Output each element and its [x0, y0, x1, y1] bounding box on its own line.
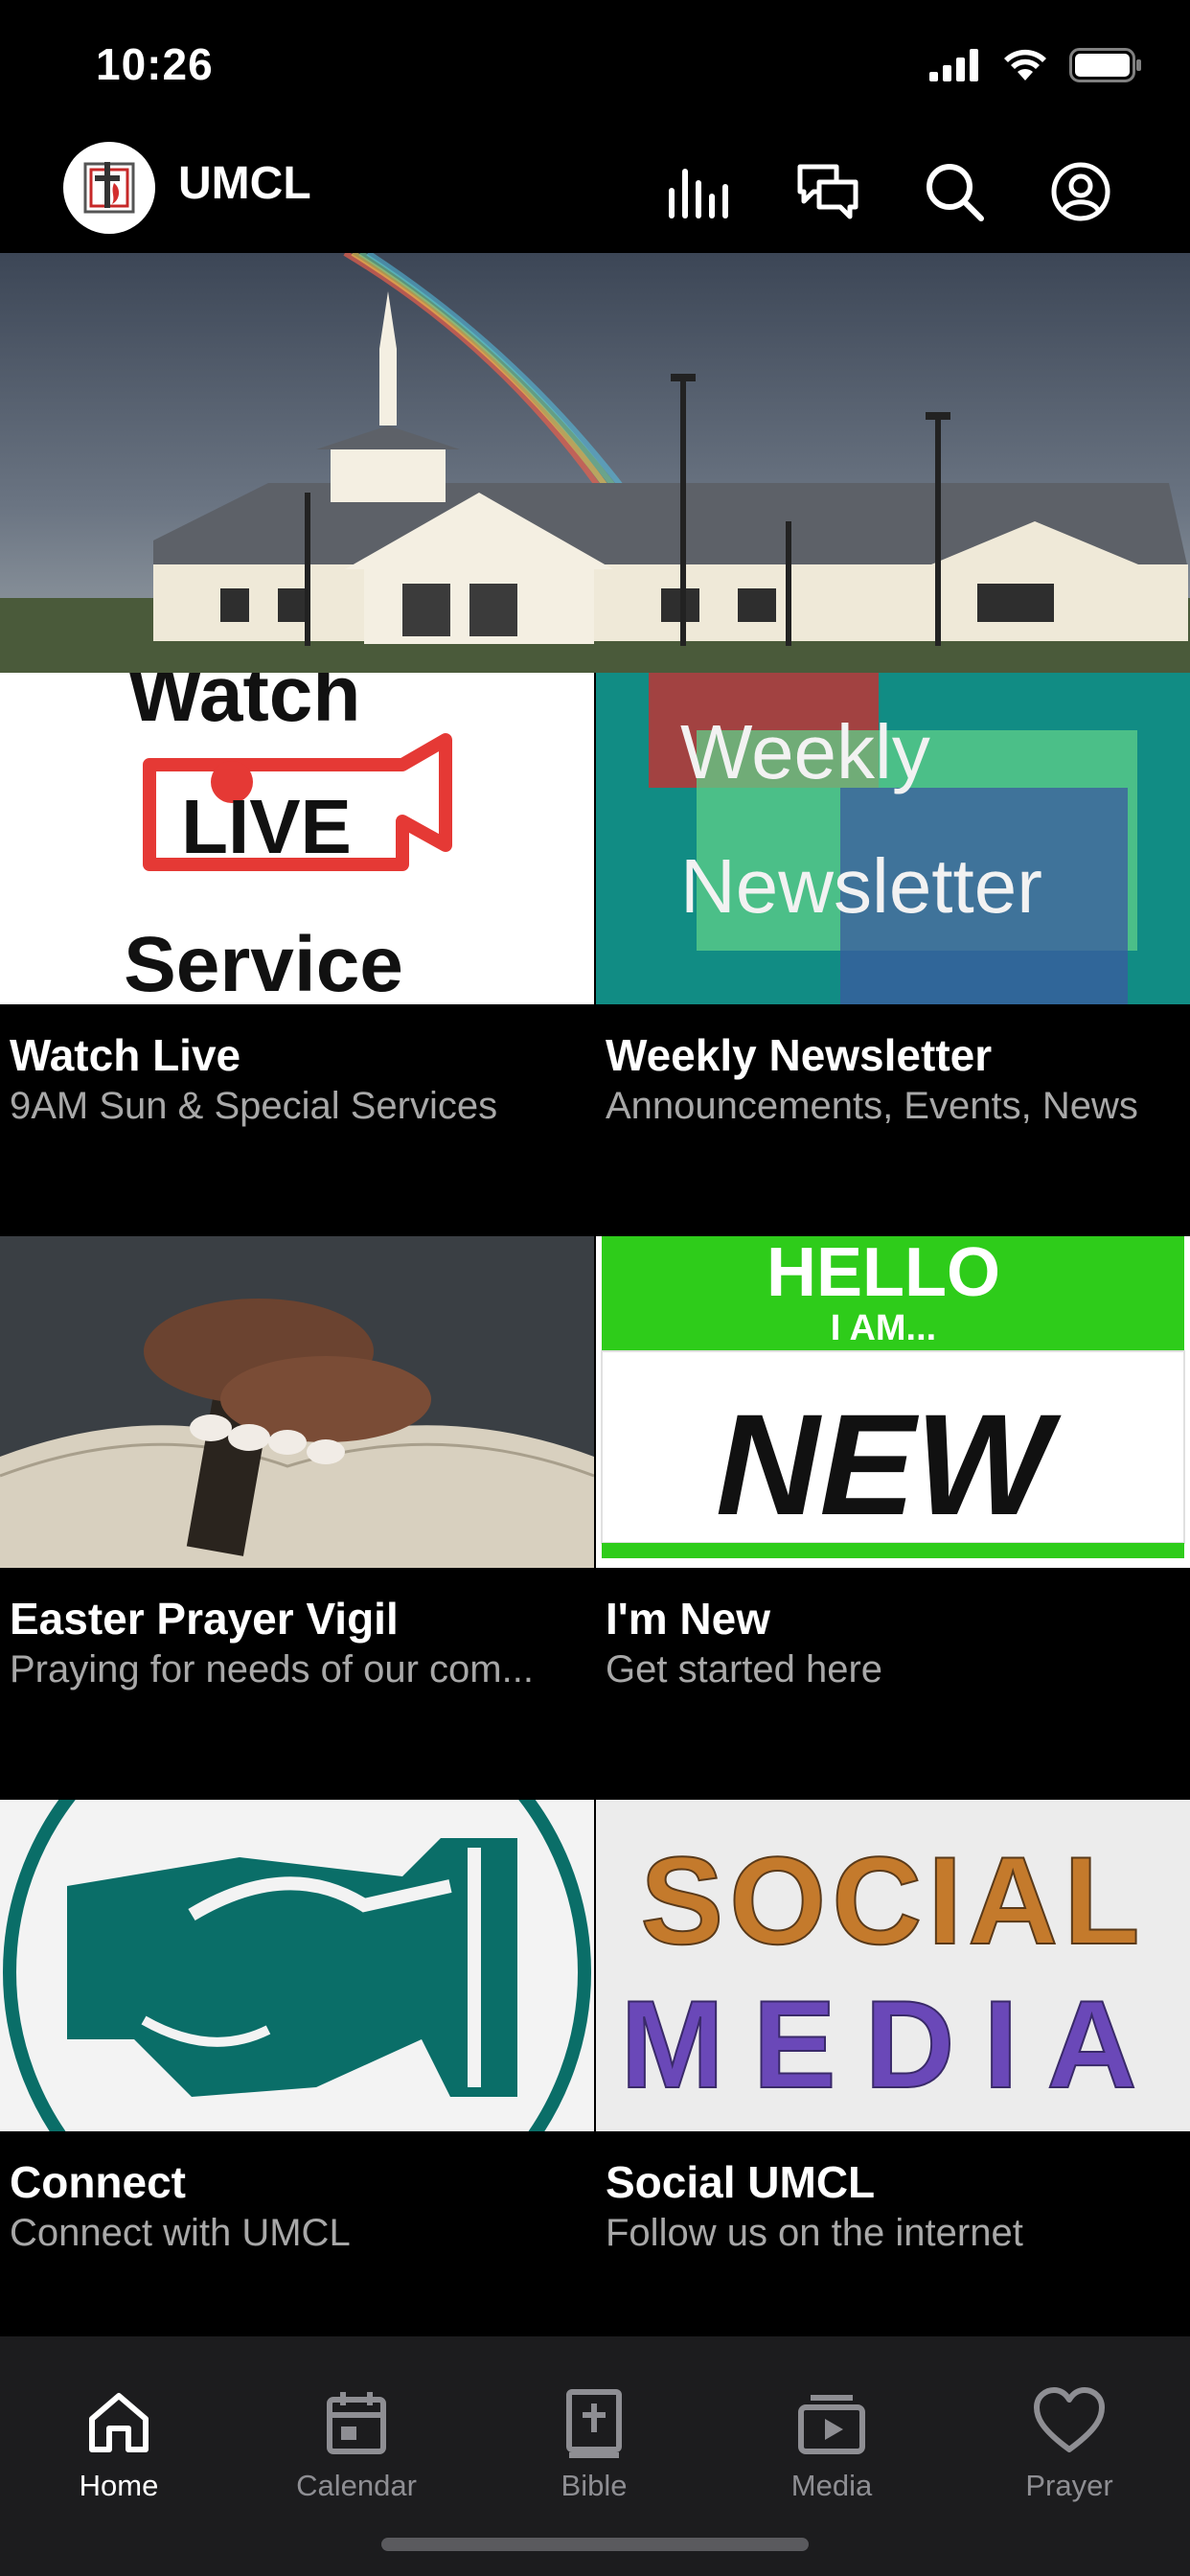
handshake-image: [0, 1800, 594, 2131]
tab-label: Bible: [561, 2469, 628, 2502]
hero-church-image: [0, 253, 1190, 673]
status-icons: [929, 48, 1142, 82]
battery-icon: [1069, 48, 1141, 82]
tile-social-umcl[interactable]: SOCIAL MEDIA Social UMCL Follow us on th…: [596, 1800, 1190, 2363]
live-audio-button[interactable]: [663, 153, 740, 230]
tile-title: Watch Live: [10, 1030, 241, 1080]
profile-button[interactable]: [1042, 153, 1119, 230]
tab-bible[interactable]: Bible: [498, 2365, 690, 2518]
messages-button[interactable]: [790, 153, 866, 230]
status-bar: 10:26: [0, 0, 1190, 134]
umc-cross-flame-logo-icon: [83, 162, 135, 214]
watch-live-image: Watch LIVE Service: [0, 673, 594, 1004]
newsletter-image-text-line1: Weekly: [680, 709, 930, 794]
search-button[interactable]: [916, 153, 993, 230]
app-title: UMCL: [178, 158, 311, 209]
tab-label: Calendar: [296, 2469, 417, 2502]
hello-image-text-line2: I AM...: [831, 1308, 936, 1348]
tile-weekly-newsletter[interactable]: Weekly Newsletter Weekly Newsletter Anno…: [596, 673, 1190, 1236]
hello-i-am-new-image: HELLO I AM... NEW: [596, 1236, 1190, 1568]
social-media-image: SOCIAL MEDIA: [596, 1800, 1190, 2131]
tile-title: Easter Prayer Vigil: [10, 1594, 399, 1644]
newsletter-image: Weekly Newsletter: [596, 673, 1190, 1004]
tile-title: Connect: [10, 2157, 186, 2207]
calendar-icon: [327, 2392, 386, 2454]
tile-title: Social UMCL: [606, 2157, 876, 2207]
social-image-text-line2: MEDIA: [621, 1974, 1166, 2114]
hello-image-text-line3: NEW: [716, 1384, 1062, 1545]
bible-icon: [566, 2389, 622, 2458]
tile-watch-live[interactable]: Watch LIVE Service Watch Live 9AM Sun & …: [0, 673, 594, 1236]
newsletter-image-text-line2: Newsletter: [680, 843, 1042, 929]
wifi-icon: [1004, 49, 1046, 80]
audio-levels-icon: [669, 169, 728, 218]
hello-image-text-line1: HELLO: [767, 1236, 1000, 1311]
tile-subtitle: Praying for needs of our com...: [10, 1648, 534, 1690]
tile-title: Weekly Newsletter: [606, 1030, 993, 1080]
cellular-signal-icon: [929, 49, 978, 81]
tile-connect[interactable]: Connect Connect with UMCL: [0, 1800, 594, 2363]
tile-subtitle: Announcements, Events, News: [606, 1085, 1138, 1127]
church-photo: [0, 253, 1190, 673]
tile-subtitle: Follow us on the internet: [606, 2212, 1023, 2254]
watch-live-image-text-middle: LIVE: [181, 784, 352, 869]
tile-subtitle: 9AM Sun & Special Services: [10, 1085, 498, 1127]
status-time: 10:26: [96, 39, 214, 89]
home-icon: [89, 2393, 149, 2452]
tab-prayer[interactable]: Prayer: [973, 2365, 1165, 2518]
app-header: UMCL: [0, 134, 1190, 253]
prayer-bible-image: [0, 1236, 594, 1568]
tab-home[interactable]: Home: [23, 2365, 215, 2518]
media-icon: [798, 2395, 865, 2454]
tile-title: I'm New: [606, 1594, 770, 1644]
watch-live-image-text-bottom: Service: [124, 921, 403, 1004]
tab-label: Media: [790, 2469, 873, 2502]
tab-calendar[interactable]: Calendar: [261, 2365, 452, 2518]
account-circle-icon: [1051, 162, 1110, 221]
watch-live-image-text-top: Watch: [128, 673, 361, 738]
search-icon: [927, 164, 984, 221]
home-indicator[interactable]: [381, 2538, 809, 2551]
tab-label: Prayer: [1025, 2469, 1113, 2502]
tab-media[interactable]: Media: [736, 2365, 927, 2518]
tile-easter-prayer-vigil[interactable]: Easter Prayer Vigil Praying for needs of…: [0, 1236, 594, 1800]
social-image-text-line1: SOCIAL: [640, 1830, 1145, 1970]
tile-subtitle: Get started here: [606, 1648, 883, 1690]
tab-label: Home: [79, 2469, 159, 2502]
chat-bubbles-icon: [797, 164, 858, 219]
church-logo[interactable]: [63, 142, 155, 234]
tile-subtitle: Connect with UMCL: [10, 2212, 351, 2254]
heart-icon: [1034, 2387, 1105, 2452]
tile-im-new[interactable]: HELLO I AM... NEW I'm New Get started he…: [596, 1236, 1190, 1800]
